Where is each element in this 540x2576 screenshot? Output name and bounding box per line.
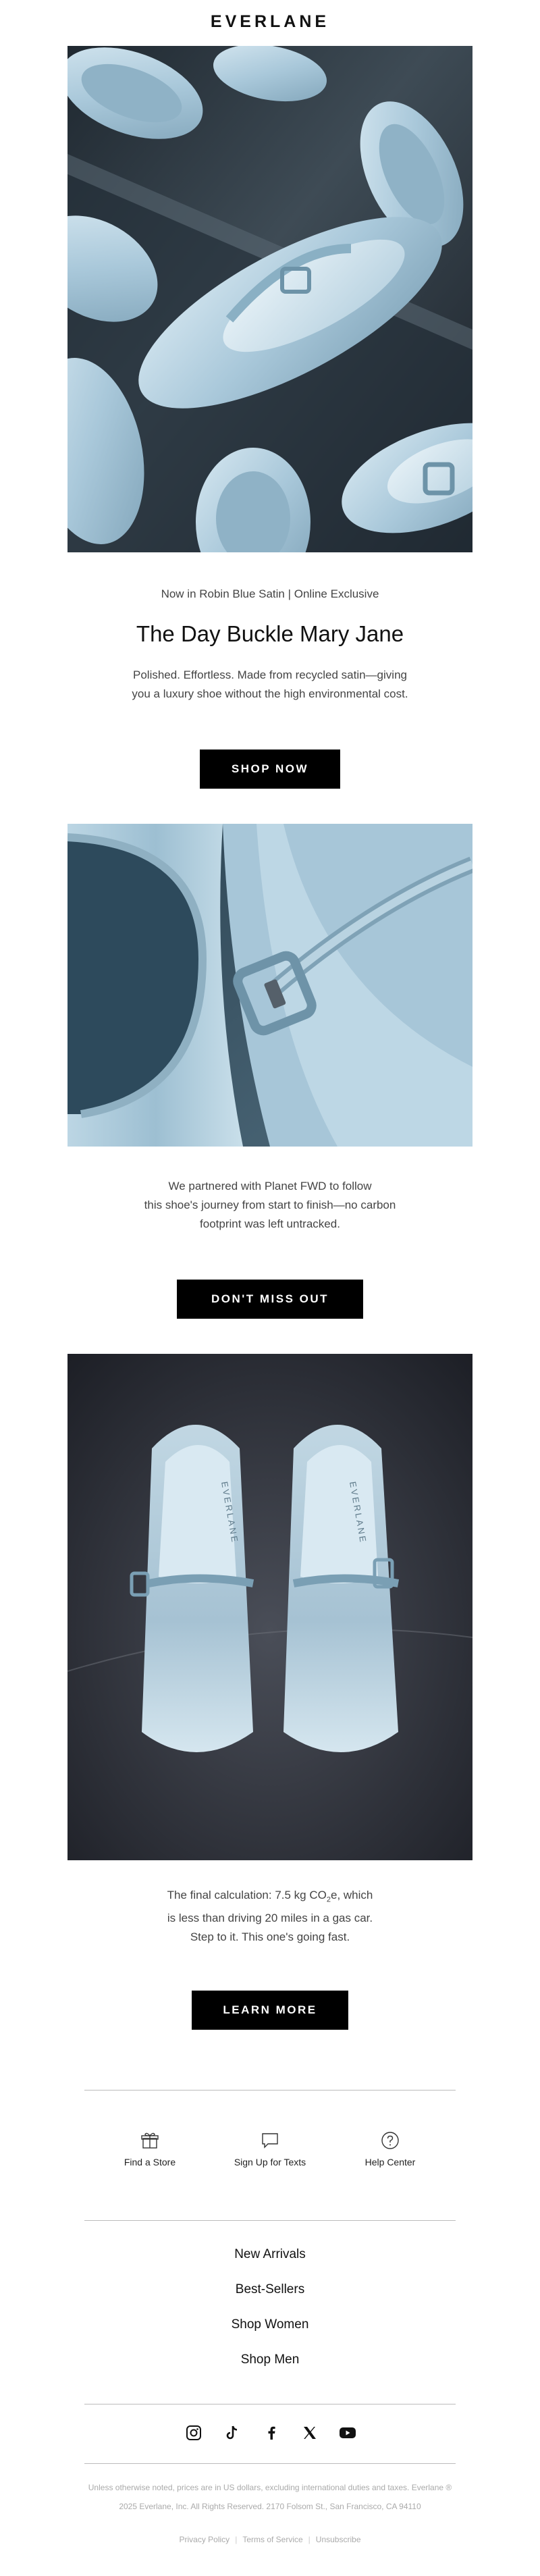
utility-label: Help Center: [364, 2157, 416, 2167]
x-icon[interactable]: [302, 2425, 318, 2441]
nav-shop-men[interactable]: Shop Men: [0, 2352, 540, 2367]
utility-find-store[interactable]: Find a Store: [82, 2131, 217, 2167]
gift-icon: [141, 2132, 159, 2149]
link-separator: |: [308, 2535, 310, 2544]
shop-now-button[interactable]: SHOP NOW: [200, 750, 340, 789]
utility-help-center[interactable]: Help Center: [323, 2131, 458, 2167]
hero-eyebrow: Now in Robin Blue Satin | Online Exclusi…: [161, 587, 379, 600]
hero-body-line: you a luxury shoe without the high envir…: [132, 687, 408, 700]
detail-image[interactable]: [68, 824, 473, 1147]
nav-shop-women[interactable]: Shop Women: [0, 2317, 540, 2332]
utility-sign-up-texts[interactable]: Sign Up for Texts: [202, 2131, 338, 2167]
facebook-icon[interactable]: [263, 2425, 279, 2441]
question-circle-icon: [381, 2132, 399, 2149]
divider: [84, 2220, 456, 2221]
hero-body: Polished. Effortless. Made from recycled…: [118, 666, 422, 704]
chat-bubble-icon: [262, 2133, 278, 2149]
divider: [84, 2090, 456, 2091]
unsubscribe-link[interactable]: Unsubscribe: [316, 2535, 361, 2544]
terms-of-service-link[interactable]: Terms of Service: [242, 2535, 302, 2544]
hero-body-line: Polished. Effortless. Made from recycled…: [133, 668, 407, 681]
tiktok-icon[interactable]: [224, 2425, 240, 2441]
pair-image[interactable]: EVERLANE EVERLANE: [68, 1354, 473, 1860]
section-two-line: We partnered with Planet FWD to follow: [168, 1180, 372, 1192]
privacy-policy-link[interactable]: Privacy Policy: [180, 2535, 230, 2544]
utility-label: Find a Store: [124, 2157, 176, 2167]
dont-miss-out-button[interactable]: DON'T MISS OUT: [177, 1280, 363, 1319]
instagram-icon[interactable]: [186, 2425, 202, 2441]
section-three-line: is less than driving 20 miles in a gas c…: [167, 1912, 373, 1925]
divider: [84, 2463, 456, 2464]
learn-more-button[interactable]: LEARN MORE: [192, 1991, 348, 2030]
legal-line: 2025 Everlane, Inc. All Rights Reserved.…: [119, 2502, 421, 2511]
section-three-line: Step to it. This one's going fast.: [190, 1930, 350, 1944]
hero-image[interactable]: [68, 46, 473, 552]
utility-label: Sign Up for Texts: [234, 2157, 306, 2167]
brand-logo[interactable]: EVERLANE: [0, 12, 540, 32]
legal-text: Unless otherwise noted, prices are in US…: [74, 2478, 466, 2516]
nav-new-arrivals[interactable]: New Arrivals: [0, 2247, 540, 2262]
legal-line: Unless otherwise noted, prices are in US…: [88, 2483, 452, 2492]
section-two-line: footprint was left untracked.: [200, 1217, 340, 1230]
link-separator: |: [235, 2535, 238, 2544]
nav-best-sellers[interactable]: Best-Sellers: [0, 2282, 540, 2297]
hero-headline: The Day Buckle Mary Jane: [136, 621, 404, 646]
section-three-copy: The final calculation: 7.5 kg CO2e, whic…: [118, 1886, 422, 1947]
footer-links: Privacy Policy | Terms of Service | Unsubscr…: [0, 2535, 540, 2544]
section-two-line: this shoe's journey from start to finish…: [144, 1199, 396, 1211]
youtube-icon[interactable]: [339, 2425, 356, 2441]
section-three-line: The final calculation: 7.5 kg CO2e, whic…: [167, 1889, 373, 1904]
email-page: EVERLANE Now in Robin Blue Satin | Onlin…: [0, 0, 540, 2576]
section-two-copy: We partnered with Planet FWD to follow t…: [118, 1177, 422, 1234]
